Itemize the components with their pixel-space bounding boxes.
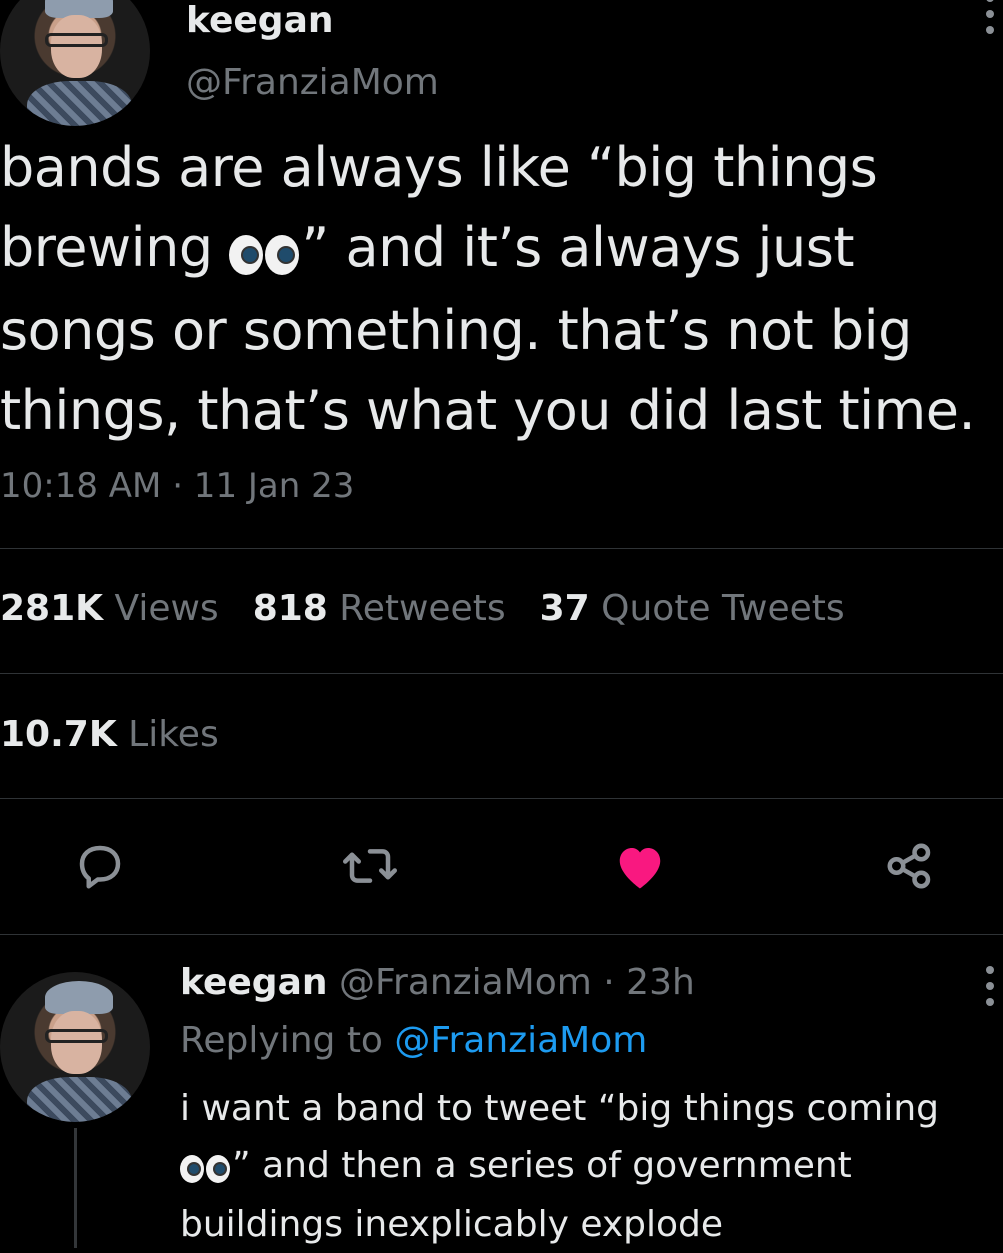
- more-options-icon[interactable]: [985, 0, 995, 34]
- replying-prefix: Replying to: [180, 1020, 383, 1061]
- tweet-line-1: bands are always like “big things: [0, 136, 878, 199]
- quotes-count: 37: [539, 588, 590, 629]
- views-count: 281K: [0, 588, 104, 629]
- retweets-stat[interactable]: 818 Retweets: [253, 588, 506, 629]
- author-name[interactable]: keegan: [186, 0, 334, 41]
- heart-icon: [619, 848, 661, 889]
- author-handle[interactable]: @FranziaMom: [186, 62, 439, 103]
- tweet-line-2-post: ” and it’s always just: [301, 216, 855, 279]
- engagement-stats: 281K Views 818 Retweets 37 Quote Tweets: [0, 588, 845, 629]
- tweet-line-4: things, that’s what you did last time.: [0, 379, 976, 443]
- quotes-label: Quote Tweets: [601, 588, 845, 629]
- retweets-label: Retweets: [339, 588, 506, 629]
- tweet-line-3: songs or something. that’s not big: [0, 299, 912, 363]
- reply-line-2-post: ” and then a series of government: [232, 1145, 852, 1186]
- likes-stat-row: 10.7K Likes: [0, 714, 219, 755]
- likes-label: Likes: [128, 714, 219, 755]
- author-avatar[interactable]: [0, 0, 150, 126]
- thread-line: [74, 1128, 77, 1248]
- divider: [0, 673, 1003, 674]
- views-label: Views: [114, 588, 219, 629]
- tweet-text: bands are always like “big things brewin…: [0, 128, 1003, 451]
- divider: [0, 548, 1003, 549]
- eyes-emoji-icon: [229, 211, 301, 291]
- share-icon: [887, 843, 931, 889]
- reply-author-avatar[interactable]: [0, 972, 150, 1122]
- reply-icon: [79, 845, 121, 889]
- retweet-button[interactable]: [340, 836, 400, 896]
- quote-tweets-stat[interactable]: 37 Quote Tweets: [540, 588, 845, 629]
- reply-author-name[interactable]: keegan: [180, 962, 328, 1003]
- retweets-count: 818: [252, 588, 328, 629]
- retweet-icon: [343, 849, 397, 883]
- divider: [0, 798, 1003, 799]
- likes-stat[interactable]: 10.7K Likes: [0, 714, 219, 755]
- tweet-line-2-pre: brewing: [0, 216, 230, 279]
- views-stat[interactable]: 281K Views: [0, 588, 219, 629]
- reply-text: i want a band to tweet “big things comin…: [180, 1080, 980, 1253]
- reply-meta: @FranziaMom · 23h: [338, 962, 695, 1003]
- eyes-emoji-icon: [180, 1139, 232, 1196]
- likes-count: 10.7K: [0, 714, 117, 755]
- reply-line-2: ” and then a series of government: [180, 1137, 980, 1196]
- reply-header[interactable]: keegan @FranziaMom · 23h: [180, 962, 695, 1003]
- like-button[interactable]: [610, 836, 670, 896]
- tweet-timestamp[interactable]: 10:18 AM · 11 Jan 23: [0, 466, 354, 506]
- replying-to: Replying to @FranziaMom: [180, 1020, 647, 1061]
- reply-button[interactable]: [70, 836, 130, 896]
- share-button[interactable]: [880, 836, 940, 896]
- divider: [0, 934, 1003, 935]
- reply-line-3: buildings inexplicably explode: [180, 1203, 724, 1245]
- reply-more-options-icon[interactable]: [985, 966, 995, 1006]
- replying-handle-link[interactable]: @FranziaMom: [394, 1020, 647, 1061]
- reply-line-1: i want a band to tweet “big things comin…: [180, 1088, 940, 1129]
